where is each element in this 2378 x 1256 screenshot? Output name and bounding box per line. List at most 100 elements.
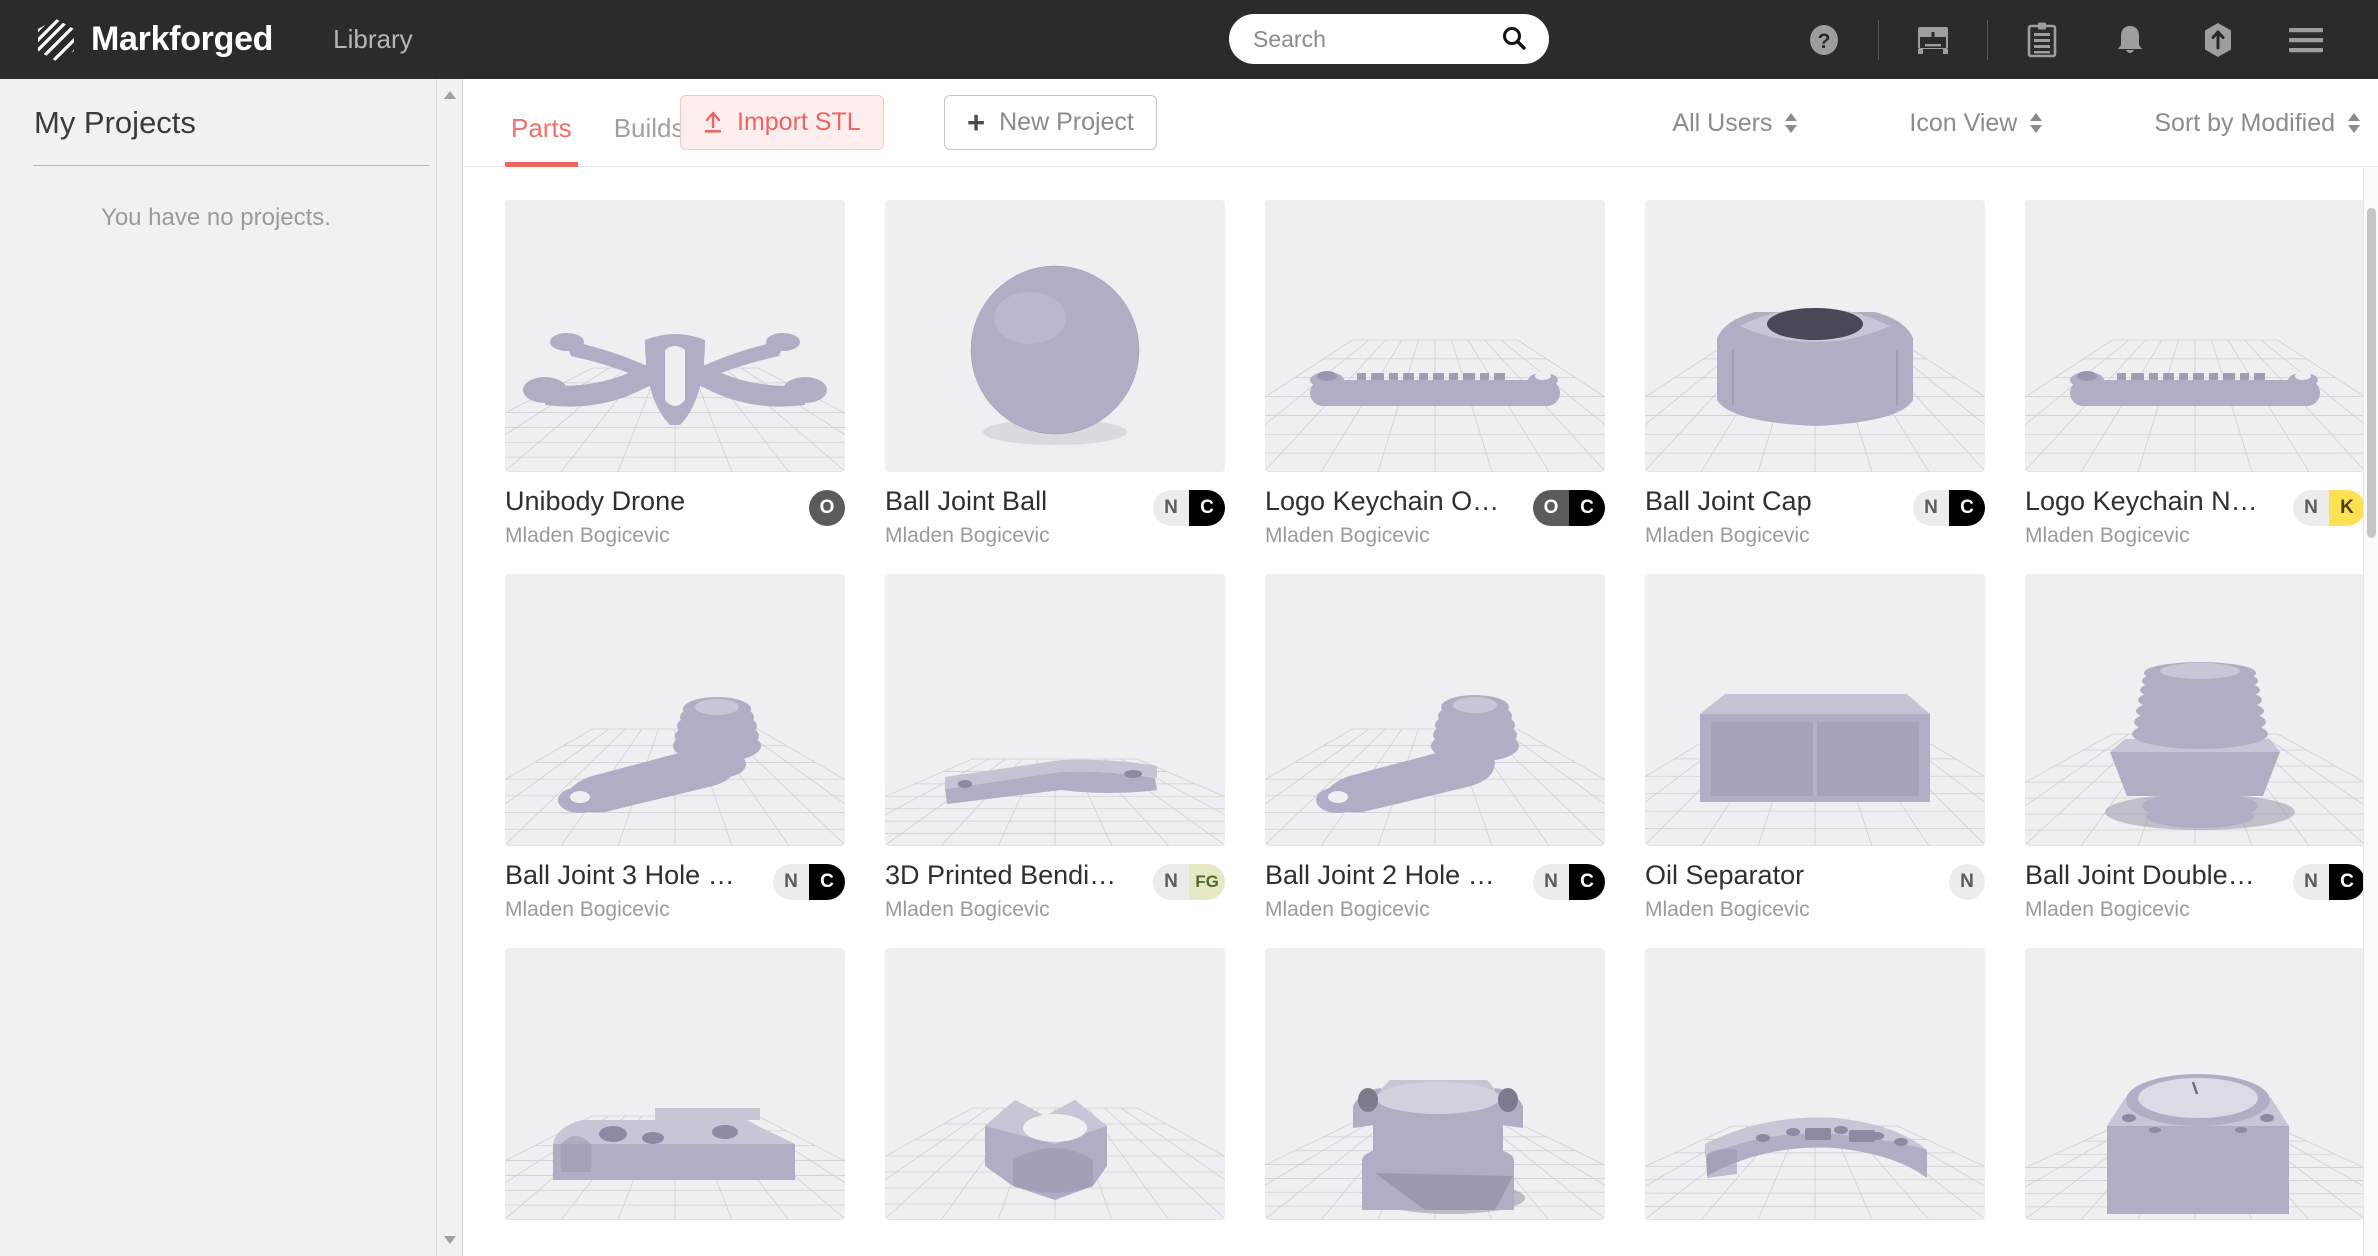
part-thumbnail[interactable] bbox=[885, 948, 1225, 1221]
search-input[interactable] bbox=[1253, 19, 1483, 59]
part-thumbnail[interactable] bbox=[505, 574, 845, 847]
part-thumbnail[interactable] bbox=[505, 948, 845, 1221]
part-card[interactable] bbox=[2025, 948, 2365, 1221]
filter-group: All Users Icon View Sort by Modified bbox=[1560, 79, 2360, 167]
part-card[interactable]: Ball Joint Cap Mladen Bogicevic N C bbox=[1645, 200, 1985, 548]
part-thumbnail[interactable] bbox=[2025, 200, 2365, 472]
part-card[interactable] bbox=[1645, 948, 1985, 1221]
content-toolbar: Parts Builds Import STL + New Project Al… bbox=[464, 79, 2378, 167]
search-icon[interactable] bbox=[1501, 25, 1527, 51]
status-badge: N bbox=[1153, 490, 1189, 526]
part-card[interactable]: Logo Keychain O… Mladen Bogicevic O C bbox=[1265, 200, 1605, 548]
scroll-down-arrow[interactable] bbox=[444, 1236, 456, 1244]
part-badge-group: OC bbox=[1533, 490, 1605, 526]
part-3d-preview-icon bbox=[505, 333, 845, 472]
part-thumbnail[interactable] bbox=[2025, 948, 2365, 1221]
help-icon[interactable]: ? bbox=[1796, 12, 1852, 68]
part-thumbnail[interactable] bbox=[1265, 948, 1605, 1221]
sidebar-scrollbar[interactable] bbox=[436, 79, 462, 1256]
import-stl-button[interactable]: Import STL bbox=[680, 95, 884, 150]
clipboard-icon[interactable] bbox=[2014, 12, 2070, 68]
part-thumbnail[interactable] bbox=[1645, 200, 1985, 472]
sort-order-dropdown[interactable]: Sort by Modified bbox=[2154, 109, 2360, 138]
part-card[interactable]: Ball Joint Ball Mladen Bogicevic N C bbox=[885, 200, 1225, 548]
part-thumbnail[interactable] bbox=[885, 200, 1225, 472]
part-thumbnail[interactable] bbox=[885, 574, 1225, 847]
part-name[interactable]: Unibody Drone bbox=[505, 486, 799, 517]
part-owner: Mladen Bogicevic bbox=[505, 898, 670, 922]
brand[interactable]: Markforged bbox=[34, 18, 273, 62]
part-owner: Mladen Bogicevic bbox=[1265, 898, 1430, 922]
part-name[interactable]: Ball Joint 2 Hole … bbox=[1265, 860, 1523, 891]
part-text-block: Oil Separator Mladen Bogicevic bbox=[1645, 860, 1949, 922]
part-thumbnail[interactable] bbox=[1265, 574, 1605, 847]
user-filter-dropdown[interactable]: All Users bbox=[1672, 109, 1798, 138]
part-card[interactable] bbox=[885, 948, 1225, 1221]
part-card[interactable] bbox=[505, 948, 845, 1221]
part-card[interactable]: Ball Joint Double… Mladen Bogicevic N C bbox=[2025, 574, 2365, 922]
status-badge: C bbox=[2329, 864, 2365, 901]
part-badge-group: NC bbox=[2293, 864, 2365, 901]
part-thumbnail[interactable] bbox=[1645, 948, 1985, 1221]
main-scrollbar-thumb[interactable] bbox=[2367, 208, 2376, 538]
part-name[interactable]: Ball Joint 3 Hole … bbox=[505, 860, 763, 891]
part-owner: Mladen Bogicevic bbox=[885, 898, 1050, 922]
status-badge: C bbox=[1569, 490, 1605, 526]
status-badge: C bbox=[1569, 864, 1605, 901]
part-text-block: Unibody Drone Mladen Bogicevic bbox=[505, 486, 809, 548]
part-name[interactable]: 3D Printed Bendi… bbox=[885, 860, 1143, 891]
status-badge: N bbox=[773, 864, 809, 901]
bell-icon[interactable] bbox=[2102, 12, 2158, 68]
markforged-hex-logo bbox=[38, 18, 74, 61]
part-name[interactable]: Oil Separator bbox=[1645, 860, 1939, 891]
part-card[interactable]: Ball Joint 3 Hole … Mladen Bogicevic N C bbox=[505, 574, 845, 922]
part-3d-preview-icon bbox=[1645, 694, 1985, 847]
nav-link-library[interactable]: Library bbox=[333, 24, 412, 55]
part-badge-group: N FG bbox=[1153, 864, 1225, 901]
sidebar: My Projects You have no projects. bbox=[0, 79, 463, 1256]
status-badge: C bbox=[1949, 490, 1985, 526]
part-thumbnail[interactable] bbox=[1265, 200, 1605, 472]
part-thumbnail[interactable] bbox=[2025, 574, 2365, 847]
scroll-up-arrow[interactable] bbox=[444, 91, 456, 99]
tab-parts[interactable]: Parts bbox=[505, 79, 578, 167]
part-name[interactable]: Logo Keychain O… bbox=[1265, 486, 1523, 517]
top-navigation-bar: Markforged Library ? bbox=[0, 0, 2378, 79]
nav-icon-group: ? bbox=[1780, 0, 2350, 79]
part-card[interactable]: 3D Printed Bendi… Mladen Bogicevic N FG bbox=[885, 574, 1225, 922]
status-badge: C bbox=[1189, 490, 1225, 526]
new-project-button[interactable]: + New Project bbox=[944, 95, 1157, 150]
part-name[interactable]: Ball Joint Double… bbox=[2025, 860, 2283, 891]
search-box[interactable] bbox=[1229, 14, 1549, 64]
tab-builds[interactable]: Builds bbox=[608, 79, 691, 167]
part-thumbnail[interactable] bbox=[1645, 574, 1985, 847]
part-card[interactable]: Logo Keychain N… Mladen Bogicevic N K bbox=[2025, 200, 2365, 548]
part-3d-preview-icon bbox=[1265, 695, 1605, 847]
printer-icon[interactable] bbox=[1905, 12, 1961, 68]
view-mode-dropdown[interactable]: Icon View bbox=[1909, 108, 2043, 138]
status-badge: N bbox=[1949, 864, 1985, 901]
main-scrollbar[interactable] bbox=[2363, 168, 2378, 1256]
part-name[interactable]: Ball Joint Cap bbox=[1645, 486, 1903, 517]
part-thumbnail[interactable] bbox=[505, 200, 845, 472]
part-badge-group: NC bbox=[1533, 864, 1605, 901]
part-3d-preview-icon bbox=[885, 758, 1225, 847]
upload-hex-icon[interactable] bbox=[2190, 12, 2246, 68]
part-3d-preview-icon bbox=[1265, 1080, 1605, 1221]
part-name[interactable]: Ball Joint Ball bbox=[885, 486, 1143, 517]
part-card[interactable]: Unibody Drone Mladen Bogicevic O bbox=[505, 200, 845, 548]
part-card[interactable]: Ball Joint 2 Hole … Mladen Bogicevic N C bbox=[1265, 574, 1605, 922]
parts-grid-scroll-area[interactable]: Unibody Drone Mladen Bogicevic O Ball Join… bbox=[464, 168, 2378, 1256]
part-card[interactable]: Oil Separator Mladen Bogicevic N bbox=[1645, 574, 1985, 922]
part-owner: Mladen Bogicevic bbox=[2025, 524, 2190, 548]
part-owner: Mladen Bogicevic bbox=[885, 524, 1050, 548]
part-card[interactable] bbox=[1265, 948, 1605, 1221]
part-owner: Mladen Bogicevic bbox=[2025, 898, 2190, 922]
part-text-block: Ball Joint Cap Mladen Bogicevic bbox=[1645, 486, 1913, 548]
hamburger-menu-icon[interactable] bbox=[2278, 12, 2334, 68]
part-meta: 3D Printed Bendi… Mladen Bogicevic N FG bbox=[885, 860, 1225, 922]
sidebar-divider bbox=[33, 165, 429, 166]
view-mode-label: Icon View bbox=[1909, 108, 2018, 137]
part-name[interactable]: Logo Keychain N… bbox=[2025, 486, 2283, 517]
chevron-updown-icon bbox=[2030, 113, 2043, 133]
